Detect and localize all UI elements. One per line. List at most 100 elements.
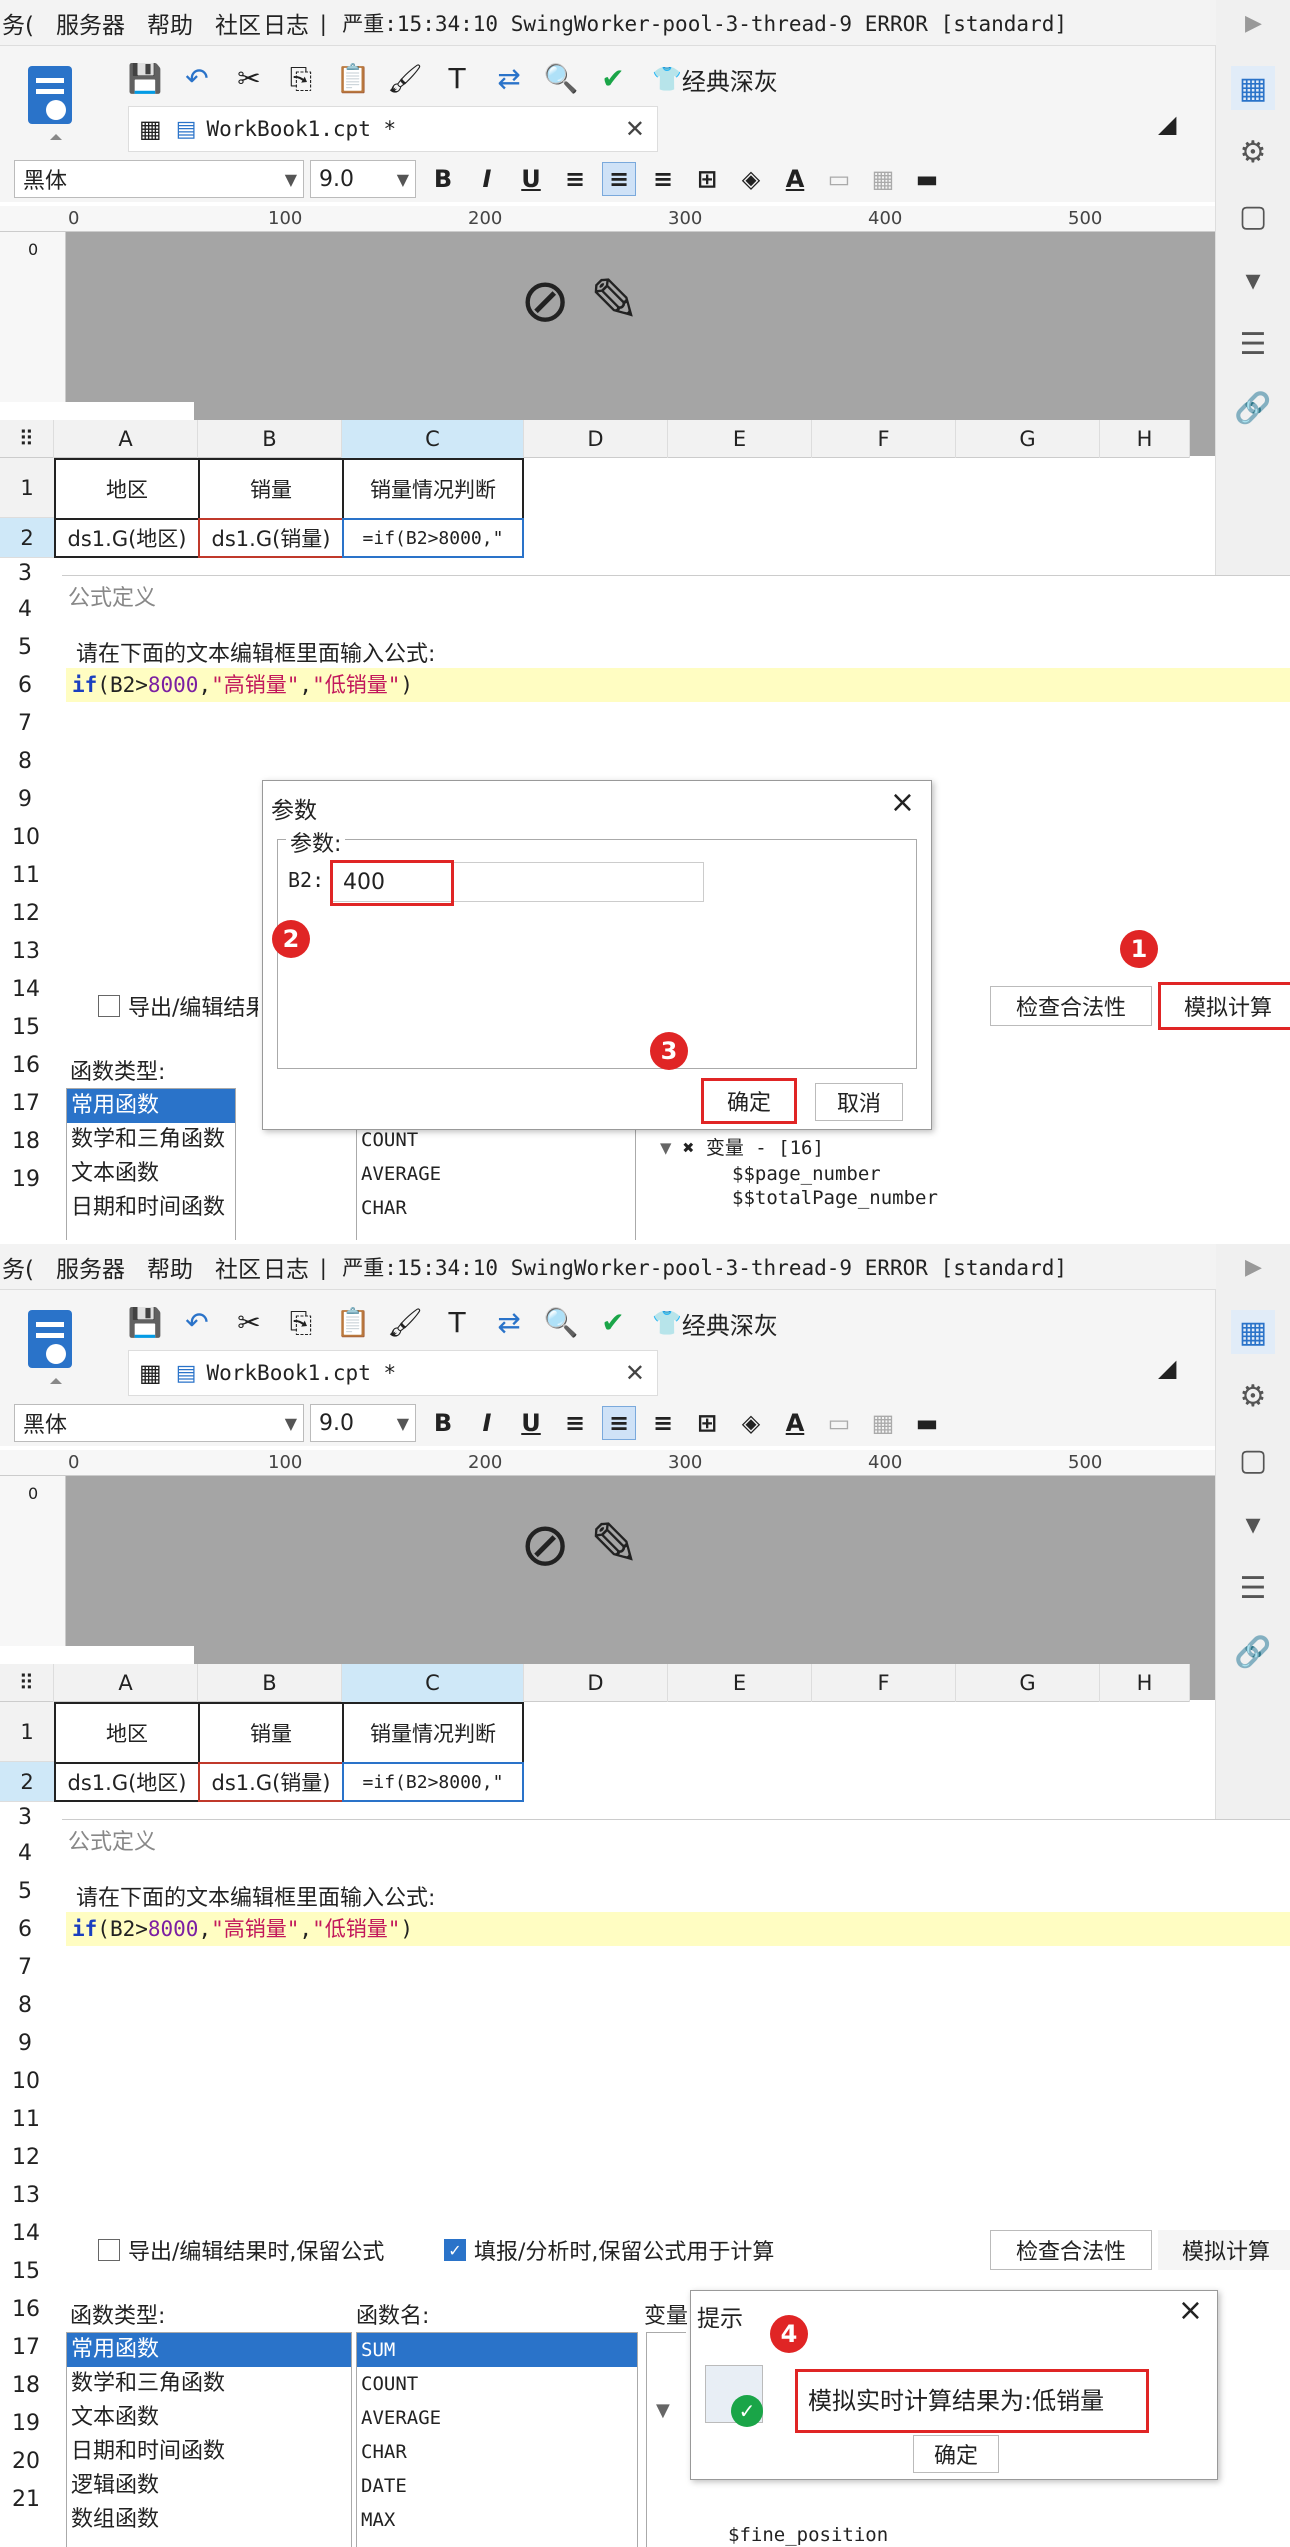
merge-icon[interactable]: ▭ xyxy=(822,1406,856,1440)
hide-edit-icons[interactable]: ⊘ ✎ xyxy=(520,266,640,336)
cell-b2[interactable]: ds1.G(销量) xyxy=(198,1762,344,1802)
col-g[interactable]: G xyxy=(956,1664,1100,1702)
variable-item[interactable]: $$totalPage_number xyxy=(660,1182,938,1214)
col-e[interactable]: E xyxy=(668,1664,812,1702)
font-select[interactable]: 黑体 ▼ xyxy=(14,160,304,198)
workbook-tab[interactable]: ▦ ▤ WorkBook1.cpt * ✕ xyxy=(128,106,658,152)
menu-item-community[interactable]: 社区 xyxy=(215,1250,261,1284)
align-center-icon[interactable]: ≡ xyxy=(602,1406,636,1440)
col-f[interactable]: F xyxy=(812,420,956,458)
keep-formula-calc-checkbox[interactable]: ✓ xyxy=(444,2239,466,2261)
align-center-icon[interactable]: ≡ xyxy=(602,162,636,196)
frame-icon[interactable]: ▢ xyxy=(1231,194,1275,238)
cell-b1[interactable]: 销量 xyxy=(198,458,344,520)
save-icon[interactable]: 💾 xyxy=(128,62,163,96)
function-name-item[interactable]: AVERAGE xyxy=(357,2401,637,2435)
cell-a1[interactable]: 地区 xyxy=(54,458,200,520)
cell-attr-icon[interactable]: ▦ xyxy=(1231,1310,1275,1354)
widget-icon[interactable]: ⚙ xyxy=(1231,130,1275,174)
col-g[interactable]: G xyxy=(956,420,1100,458)
col-a[interactable]: A xyxy=(54,1664,198,1702)
layout-icon[interactable]: ☰ xyxy=(1231,1566,1275,1610)
variable-item[interactable]: $fine_position xyxy=(728,2524,888,2546)
function-type-item[interactable]: 数学和三角函数 xyxy=(67,1123,235,1157)
skin-button[interactable]: 👕 经典深灰 xyxy=(652,62,778,97)
col-c[interactable]: C xyxy=(342,420,524,458)
skin-button[interactable]: 👕 经典深灰 xyxy=(652,1306,778,1341)
expand-icon[interactable]: ▼ xyxy=(656,2400,670,2421)
italic-icon[interactable]: I xyxy=(470,162,504,196)
collapse-arrow-icon[interactable]: ▶ xyxy=(1216,1244,1290,1290)
function-type-item[interactable]: 常用函数 xyxy=(67,2333,351,2367)
text-icon[interactable]: T xyxy=(440,62,474,96)
function-name-item[interactable]: MAX xyxy=(357,2503,637,2537)
border-icon[interactable]: ⊞ xyxy=(690,162,724,196)
row-2[interactable]: 2 xyxy=(0,518,54,558)
function-name-item[interactable]: AVERAGE xyxy=(357,1157,635,1191)
keep-formula-option[interactable]: 导出/编辑结果时,保留公式 xyxy=(98,990,258,1022)
fill-color-icon[interactable]: ◈ xyxy=(734,162,768,196)
ok-button[interactable]: 确定 xyxy=(701,1078,797,1124)
menu-item-help[interactable]: 帮助 xyxy=(147,6,193,40)
check-validity-button[interactable]: 检查合法性 xyxy=(990,986,1152,1026)
workbook-tab[interactable]: ▦ ▤ WorkBook1.cpt * ✕ xyxy=(128,1350,658,1396)
function-name-item[interactable]: DATE xyxy=(357,2469,637,2503)
row-1[interactable]: 1 xyxy=(0,458,54,518)
merge-icon[interactable]: ▭ xyxy=(822,162,856,196)
menu-item-help[interactable]: 帮助 xyxy=(147,1250,193,1284)
cut-icon[interactable]: ✂ xyxy=(232,62,266,96)
cell-c2[interactable]: =if(B2>8000," xyxy=(342,518,524,558)
format-painter-icon[interactable]: 🖌 xyxy=(387,1306,423,1340)
menu-item-log[interactable]: 日志 xyxy=(263,1250,309,1284)
cell-b1[interactable]: 销量 xyxy=(198,1702,344,1764)
bold-icon[interactable]: B xyxy=(426,1406,460,1440)
col-d[interactable]: D xyxy=(524,420,668,458)
cell-c2[interactable]: =if(B2>8000," xyxy=(342,1762,524,1802)
underline-icon[interactable]: U xyxy=(514,162,548,196)
switch-icon[interactable]: ⇄ xyxy=(492,62,526,96)
function-name-item[interactable]: SUM xyxy=(357,2333,637,2367)
keep-formula-calc-option[interactable]: ✓ 填报/分析时,保留公式用于计算 xyxy=(444,2234,774,2266)
keep-formula-option[interactable]: 导出/编辑结果时,保留公式 xyxy=(98,2234,384,2266)
undo-icon[interactable]: ↶ xyxy=(180,62,214,96)
formula-editor[interactable]: if(B2>8000,"高销量","低销量") xyxy=(66,1912,1290,1946)
tab-menu-icon[interactable]: ◢ xyxy=(1158,1354,1176,1382)
cell-a1[interactable]: 地区 xyxy=(54,1702,200,1764)
size-select[interactable]: 9.0 ▼ xyxy=(310,160,416,198)
cancel-button[interactable]: 取消 xyxy=(815,1083,903,1121)
cell-c1[interactable]: 销量情况判断 xyxy=(342,458,524,520)
format-painter-icon[interactable]: 🖌 xyxy=(387,62,423,96)
select-all[interactable]: ⠿ xyxy=(0,420,54,458)
save-icon[interactable]: 💾 xyxy=(128,1306,163,1340)
menu-item-server[interactable]: 服务器 xyxy=(56,6,125,40)
size-select[interactable]: 9.0 ▼ xyxy=(310,1404,416,1442)
cell-attr-icon[interactable]: ▦ xyxy=(1231,66,1275,110)
align-right-icon[interactable]: ≡ xyxy=(646,1406,680,1440)
function-name-item[interactable]: CHAR xyxy=(357,1191,635,1225)
menu-item[interactable]: 务( xyxy=(2,6,34,40)
menu-item-community[interactable]: 社区 xyxy=(215,6,261,40)
cell-a2[interactable]: ds1.G(地区) xyxy=(54,1762,200,1802)
close-icon[interactable]: × xyxy=(890,785,915,820)
formula-editor[interactable]: if(B2>8000,"高销量","低销量") xyxy=(66,668,1290,702)
underline-icon[interactable]: U xyxy=(514,1406,548,1440)
b2-value[interactable]: 400 xyxy=(330,860,454,906)
keep-formula-checkbox[interactable] xyxy=(98,995,120,1017)
check-icon[interactable]: ✔ xyxy=(596,1306,630,1340)
align-right-icon[interactable]: ≡ xyxy=(646,162,680,196)
wrap-icon[interactable]: ▬ xyxy=(910,162,944,196)
layout-icon[interactable]: ☰ xyxy=(1231,322,1275,366)
font-color-icon[interactable]: A xyxy=(778,162,812,196)
paste-icon[interactable]: 📋 xyxy=(336,1306,371,1340)
tip-ok-button[interactable]: 确定 xyxy=(913,2435,999,2473)
col-f[interactable]: F xyxy=(812,1664,956,1702)
row-2[interactable]: 2 xyxy=(0,1762,54,1802)
fill-color-icon[interactable]: ◈ xyxy=(734,1406,768,1440)
function-name-item[interactable]: CHAR xyxy=(357,2435,637,2469)
collapse-arrow-icon[interactable]: ▶ xyxy=(1216,0,1290,46)
cell-a2[interactable]: ds1.G(地区) xyxy=(54,518,200,558)
link-icon[interactable]: 🔗 xyxy=(1231,386,1275,430)
app-logo-icon[interactable] xyxy=(22,1306,92,1390)
italic-icon[interactable]: I xyxy=(470,1406,504,1440)
border-icon[interactable]: ⊞ xyxy=(690,1406,724,1440)
